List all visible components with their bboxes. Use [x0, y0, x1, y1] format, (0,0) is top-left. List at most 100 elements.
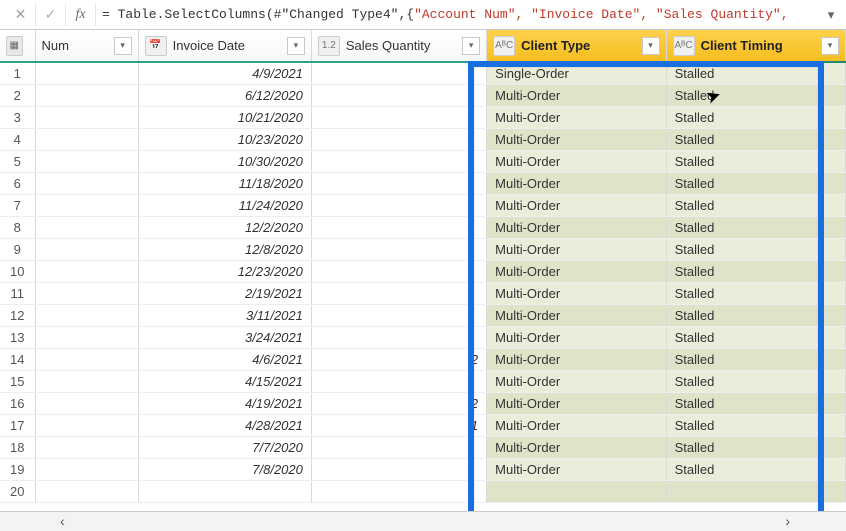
- cell-client-type[interactable]: Multi-Order: [487, 238, 666, 260]
- cell-sales-quantity[interactable]: [311, 172, 486, 194]
- table-row[interactable]: 5 10/30/2020 Multi-OrderStalled: [0, 150, 846, 172]
- cell-invoice-date[interactable]: 6/12/2020: [138, 84, 311, 106]
- cell-client-type[interactable]: [487, 480, 666, 502]
- table-row[interactable]: 144/6/20212Multi-OrderStalled: [0, 348, 846, 370]
- cell-client-type[interactable]: Multi-Order: [487, 436, 666, 458]
- cell-sales-quantity[interactable]: [311, 436, 486, 458]
- cell-client-timing[interactable]: Stalled: [666, 150, 845, 172]
- cell-client-type[interactable]: Multi-Order: [487, 150, 666, 172]
- table-row[interactable]: 912/8/2020Multi-OrderStalled: [0, 238, 846, 260]
- table-row[interactable]: 7 11/24/2020 Multi-OrderStalled: [0, 194, 846, 216]
- cell-sales-quantity[interactable]: [311, 106, 486, 128]
- cell-client-type[interactable]: Multi-Order: [487, 216, 666, 238]
- cell-sales-quantity[interactable]: [311, 326, 486, 348]
- horizontal-scrollbar[interactable]: ‹ ›: [0, 511, 846, 530]
- cell-client-type[interactable]: Multi-Order: [487, 194, 666, 216]
- row-number-cell[interactable]: 14: [0, 348, 35, 370]
- cell-client-timing[interactable]: Stalled: [666, 436, 845, 458]
- cell-sales-quantity[interactable]: [311, 370, 486, 392]
- formula-cancel-button[interactable]: ✕: [6, 4, 36, 26]
- cell-client-timing[interactable]: Stalled: [666, 458, 845, 480]
- cell-client-type[interactable]: Multi-Order: [487, 392, 666, 414]
- table-row[interactable]: 164/19/20212Multi-OrderStalled: [0, 392, 846, 414]
- cell-sales-quantity[interactable]: 2: [311, 348, 486, 370]
- column-header-invoice-date[interactable]: 📅 Invoice Date ▾: [138, 30, 311, 62]
- row-number-cell[interactable]: 15: [0, 370, 35, 392]
- cell-invoice-date[interactable]: 12/23/2020: [138, 260, 311, 282]
- row-number-cell[interactable]: 8: [0, 216, 35, 238]
- cell-client-timing[interactable]: Stalled: [666, 304, 845, 326]
- cell-account-num[interactable]: [35, 304, 138, 326]
- row-number-cell[interactable]: 1: [0, 62, 35, 84]
- cell-client-type[interactable]: Multi-Order: [487, 370, 666, 392]
- row-header-corner[interactable]: ▦: [0, 30, 35, 62]
- cell-invoice-date[interactable]: 4/28/2021: [138, 414, 311, 436]
- cell-client-timing[interactable]: Stalled: [666, 238, 845, 260]
- cell-account-num[interactable]: [35, 370, 138, 392]
- row-number-cell[interactable]: 10: [0, 260, 35, 282]
- cell-account-num[interactable]: [35, 150, 138, 172]
- cell-invoice-date[interactable]: 4/6/2021: [138, 348, 311, 370]
- cell-client-timing[interactable]: Stalled: [666, 194, 845, 216]
- table-row[interactable]: 154/15/2021Multi-OrderStalled: [0, 370, 846, 392]
- table-row[interactable]: 123/11/2021Multi-OrderStalled: [0, 304, 846, 326]
- cell-client-timing[interactable]: Stalled: [666, 326, 845, 348]
- cell-client-timing[interactable]: Stalled: [666, 282, 845, 304]
- table-row[interactable]: 611/18/2020Multi-OrderStalled: [0, 172, 846, 194]
- cell-invoice-date[interactable]: 11/24/2020: [138, 194, 311, 216]
- cell-sales-quantity[interactable]: [311, 304, 486, 326]
- cell-account-num[interactable]: [35, 194, 138, 216]
- cell-invoice-date[interactable]: 10/30/2020: [138, 150, 311, 172]
- cell-account-num[interactable]: [35, 436, 138, 458]
- table-row[interactable]: 14/9/2021Single-OrderStalled: [0, 62, 846, 84]
- scroll-right-button[interactable]: ›: [779, 513, 796, 529]
- row-number-cell[interactable]: 18: [0, 436, 35, 458]
- cell-account-num[interactable]: [35, 392, 138, 414]
- filter-button[interactable]: ▾: [287, 37, 305, 55]
- cell-client-timing[interactable]: Stalled: [666, 128, 845, 150]
- cell-sales-quantity[interactable]: [311, 282, 486, 304]
- cell-sales-quantity[interactable]: [311, 62, 486, 84]
- row-number-cell[interactable]: 7: [0, 194, 35, 216]
- row-number-cell[interactable]: 5: [0, 150, 35, 172]
- cell-account-num[interactable]: [35, 106, 138, 128]
- cell-account-num[interactable]: [35, 128, 138, 150]
- cell-invoice-date[interactable]: 4/9/2021: [138, 62, 311, 84]
- cell-sales-quantity[interactable]: 2: [311, 392, 486, 414]
- cell-sales-quantity[interactable]: [311, 480, 486, 502]
- cell-client-type[interactable]: Multi-Order: [487, 84, 666, 106]
- table-row[interactable]: 197/8/2020Multi-OrderStalled: [0, 458, 846, 480]
- filter-button[interactable]: ▾: [114, 37, 132, 55]
- cell-invoice-date[interactable]: 7/8/2020: [138, 458, 311, 480]
- cell-client-type[interactable]: Multi-Order: [487, 106, 666, 128]
- cell-invoice-date[interactable]: 12/8/2020: [138, 238, 311, 260]
- cell-account-num[interactable]: [35, 480, 138, 502]
- cell-client-timing[interactable]: Stalled: [666, 84, 845, 106]
- table-row[interactable]: 174/28/20211Multi-OrderStalled: [0, 414, 846, 436]
- cell-client-type[interactable]: Multi-Order: [487, 128, 666, 150]
- formula-expand-button[interactable]: ▾: [822, 7, 840, 23]
- cell-client-timing[interactable]: Stalled: [666, 172, 845, 194]
- filter-button[interactable]: ▾: [642, 37, 660, 55]
- cell-client-timing[interactable]: Stalled: [666, 348, 845, 370]
- filter-button[interactable]: ▾: [462, 37, 480, 55]
- cell-invoice-date[interactable]: 11/18/2020: [138, 172, 311, 194]
- cell-client-timing[interactable]: Stalled: [666, 414, 845, 436]
- table-row[interactable]: 310/21/2020Multi-OrderStalled: [0, 106, 846, 128]
- cell-sales-quantity[interactable]: [311, 458, 486, 480]
- table-row[interactable]: 20: [0, 480, 846, 502]
- cell-sales-quantity[interactable]: [311, 84, 486, 106]
- row-number-cell[interactable]: 13: [0, 326, 35, 348]
- cell-client-type[interactable]: Multi-Order: [487, 326, 666, 348]
- cell-client-type[interactable]: Single-Order: [487, 62, 666, 84]
- cell-sales-quantity[interactable]: [311, 260, 486, 282]
- cell-invoice-date[interactable]: 10/21/2020: [138, 106, 311, 128]
- cell-sales-quantity[interactable]: [311, 194, 486, 216]
- cell-client-type[interactable]: Multi-Order: [487, 304, 666, 326]
- cell-client-type[interactable]: Multi-Order: [487, 172, 666, 194]
- cell-invoice-date[interactable]: 3/24/2021: [138, 326, 311, 348]
- row-number-cell[interactable]: 19: [0, 458, 35, 480]
- cell-account-num[interactable]: [35, 348, 138, 370]
- row-number-cell[interactable]: 2: [0, 84, 35, 106]
- cell-client-type[interactable]: Multi-Order: [487, 282, 666, 304]
